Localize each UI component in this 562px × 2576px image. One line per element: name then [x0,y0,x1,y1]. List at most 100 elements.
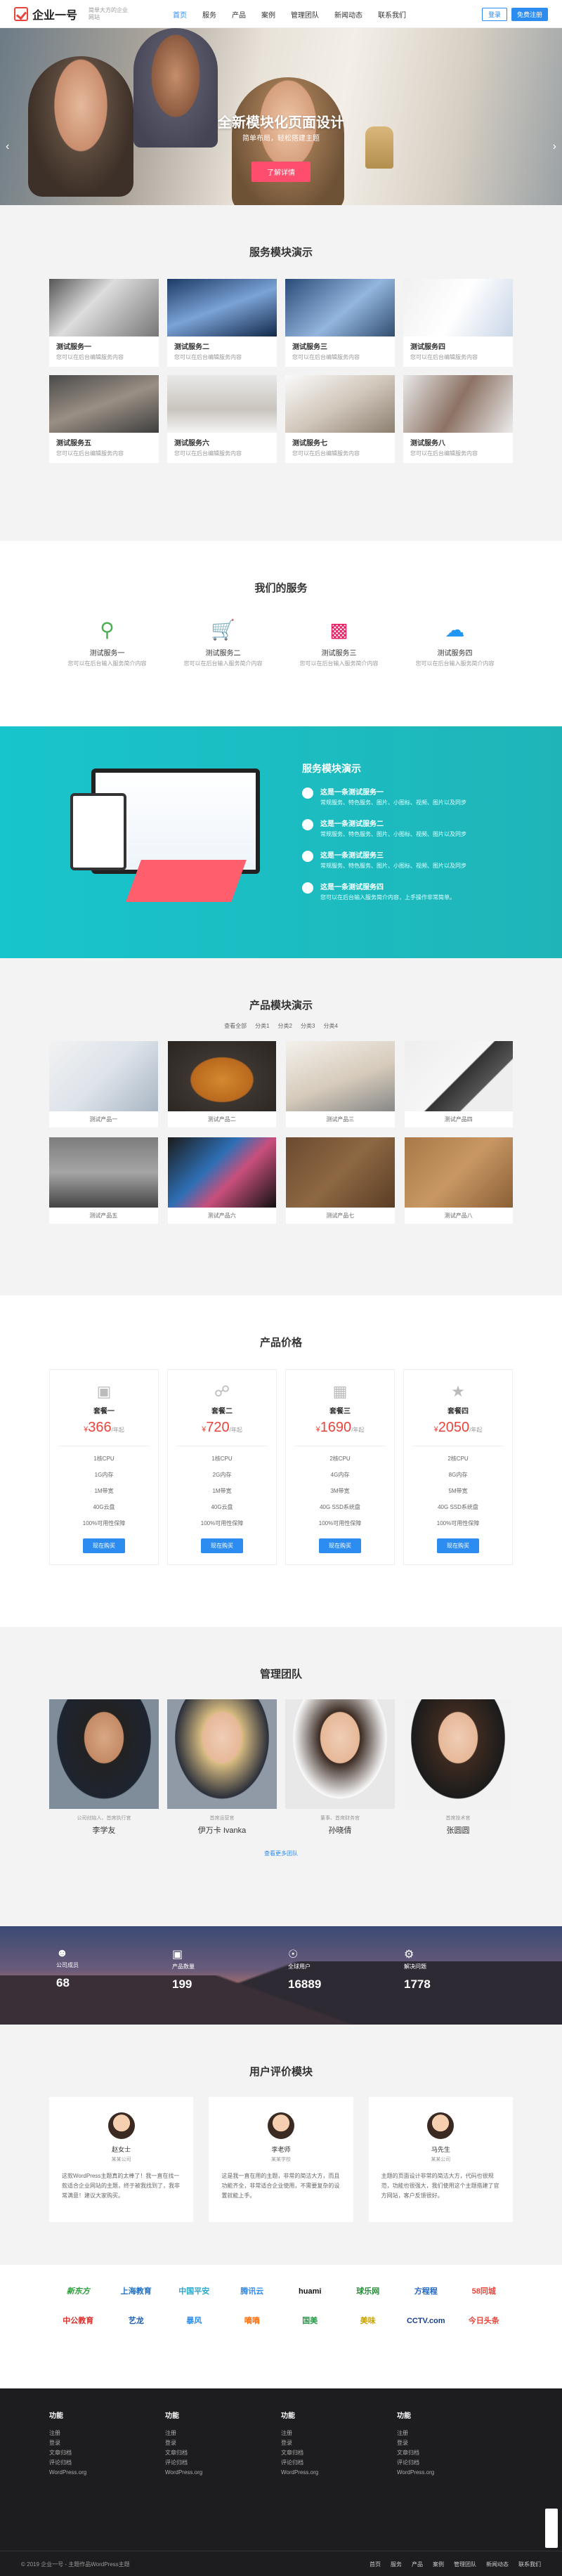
partner-logo[interactable]: 中国平安 [165,2283,223,2300]
footer-link[interactable]: 文章归档 [397,2448,513,2458]
footer-link[interactable]: 注册 [49,2428,165,2438]
service-card[interactable]: 测试服务二 您可以在后台编辑服务内容 [167,279,277,367]
product-card[interactable]: 测试产品三 [286,1041,395,1127]
cube-icon: ▣ [96,1382,112,1400]
footer-link[interactable]: WordPress.org [397,2468,513,2478]
partner-logo[interactable]: 腾讯云 [223,2283,282,2300]
product-card[interactable]: 测试产品六 [167,1137,276,1224]
footer-link[interactable]: 文章归档 [165,2448,281,2458]
footer-link[interactable]: 评论归档 [397,2458,513,2468]
slider-next-icon[interactable]: › [553,140,556,153]
partner-logo[interactable]: 58同城 [455,2283,514,2300]
footer-nav-link[interactable]: 案例 [433,2561,444,2568]
service-card[interactable]: 测试服务三 您可以在后台编辑服务内容 [285,279,395,367]
footer-link[interactable]: 评论归档 [49,2458,165,2468]
view-more-team-link[interactable]: 查看更多团队 [49,1850,513,1857]
product-card[interactable]: 测试产品七 [286,1137,395,1224]
service-item[interactable]: 🛒 测试服务二 您可以在后台输入服务简介内容 [165,616,281,667]
service-image [403,375,513,433]
product-card[interactable]: 测试产品五 [49,1137,158,1224]
buy-button[interactable]: 现在购买 [201,1538,243,1553]
product-image [404,1137,513,1208]
partner-logo[interactable]: 艺龙 [107,2313,166,2329]
footer-link[interactable]: WordPress.org [281,2468,397,2478]
service-card[interactable]: 测试服务六 您可以在后台编辑服务内容 [167,375,277,463]
plan-price: 1690 [320,1420,352,1435]
login-button[interactable]: 登录 [481,7,507,21]
partner-logo[interactable]: 球乐网 [339,2283,398,2300]
service-card[interactable]: 测试服务一 您可以在后台编辑服务内容 [49,279,159,367]
service-card[interactable]: 测试服务七 您可以在后台编辑服务内容 [285,375,395,463]
service-card[interactable]: 测试服务五 您可以在后台编辑服务内容 [49,375,159,463]
service-card[interactable]: 测试服务八 您可以在后台编辑服务内容 [403,375,513,463]
team-member[interactable]: 董事、首席财务官 孙晓倩 [285,1699,395,1836]
footer-link[interactable]: 文章归档 [281,2448,397,2458]
tab-category[interactable]: 分类1 [255,1022,269,1030]
stat-label: 产品数量 [172,1963,195,1970]
nav-item-contact[interactable]: 联系我们 [378,9,406,20]
footer-link[interactable]: 评论归档 [165,2458,281,2468]
tab-all[interactable]: 查看全部 [224,1022,247,1030]
footer-link[interactable]: 登录 [49,2438,165,2448]
partner-logo[interactable]: 国美 [281,2313,339,2329]
partner-logo[interactable]: huami [281,2283,339,2300]
tab-category[interactable]: 分类2 [278,1022,292,1030]
nav-item-home[interactable]: 首页 [173,9,187,20]
nav-item-services[interactable]: 服务 [202,9,216,20]
tab-category[interactable]: 分类4 [323,1022,337,1030]
footer-link[interactable]: 注册 [397,2428,513,2438]
partner-logo[interactable]: 美味 [339,2313,398,2329]
nav-item-news[interactable]: 新闻动态 [334,9,362,20]
hero-cta-button[interactable]: 了解详情 [251,162,311,182]
footer-nav-link[interactable]: 首页 [370,2561,381,2568]
site-logo[interactable]: 企业一号 [14,6,77,22]
partner-logo[interactable]: 中公教育 [49,2313,107,2329]
product-card[interactable]: 测试产品八 [404,1137,513,1224]
tab-category[interactable]: 分类3 [301,1022,315,1030]
partner-logo[interactable]: 方程程 [397,2283,455,2300]
avatar [427,2112,455,2139]
footer-link[interactable]: 登录 [281,2438,397,2448]
nav-item-team[interactable]: 管理团队 [291,9,319,20]
footer-nav-link[interactable]: 管理团队 [454,2561,476,2568]
service-item[interactable]: ⚲ 测试服务一 您可以在后台输入服务简介内容 [49,616,165,667]
footer-link[interactable]: 注册 [281,2428,397,2438]
service-item[interactable]: ▩ 测试服务三 您可以在后台输入服务简介内容 [281,616,397,667]
partner-logo[interactable]: 今日头条 [455,2313,514,2329]
footer-link[interactable]: WordPress.org [165,2468,281,2478]
slider-prev-icon[interactable]: ‹ [6,140,9,153]
product-card[interactable]: 测试产品一 [49,1041,158,1127]
service-item[interactable]: ☁ 测试服务四 您可以在后台输入服务简介内容 [397,616,513,667]
partner-logo[interactable]: 新东方 [49,2283,107,2300]
buy-button[interactable]: 现在购买 [83,1538,125,1553]
buy-button[interactable]: 现在购买 [437,1538,479,1553]
plan-feature: 40G SSD系统盘 [438,1504,478,1510]
partner-logo[interactable]: CCTV.com [397,2313,455,2329]
footer-link[interactable]: 登录 [165,2438,281,2448]
team-member[interactable]: 首席运营官 伊万卡 Ivanka [167,1699,277,1836]
footer-link[interactable]: 登录 [397,2438,513,2448]
nav-item-products[interactable]: 产品 [232,9,246,20]
avatar [107,2112,135,2139]
team-member[interactable]: 首席技术官 张圆圆 [403,1699,513,1836]
buy-button[interactable]: 现在购买 [319,1538,361,1553]
footer-nav-link[interactable]: 联系我们 [518,2561,541,2568]
footer-link[interactable]: 文章归档 [49,2448,165,2458]
nav-item-cases[interactable]: 案例 [261,9,275,20]
footer-nav-link[interactable]: 新闻动态 [486,2561,509,2568]
partner-logo[interactable]: 暴风 [165,2313,223,2329]
footer-link[interactable]: 评论归档 [281,2458,397,2468]
team-member[interactable]: 公司创始人、首席执行官 李学友 [49,1699,159,1836]
footer-nav-link[interactable]: 服务 [391,2561,402,2568]
service-card[interactable]: 测试服务四 您可以在后台编辑服务内容 [403,279,513,367]
footer-nav-link[interactable]: 产品 [412,2561,423,2568]
footer-link[interactable]: WordPress.org [49,2468,165,2478]
signup-button[interactable]: 免费注册 [511,7,548,21]
footer-link[interactable]: 注册 [165,2428,281,2438]
partner-logo[interactable]: 上海教育 [107,2283,166,2300]
product-card[interactable]: 测试产品四 [404,1041,513,1127]
stat-item: ⚙ 解决问题 1778 [397,1947,513,1992]
back-to-top-button[interactable] [545,2509,558,2548]
product-card[interactable]: 测试产品二 [167,1041,276,1127]
partner-logo[interactable]: 嘀嘀 [223,2313,282,2329]
